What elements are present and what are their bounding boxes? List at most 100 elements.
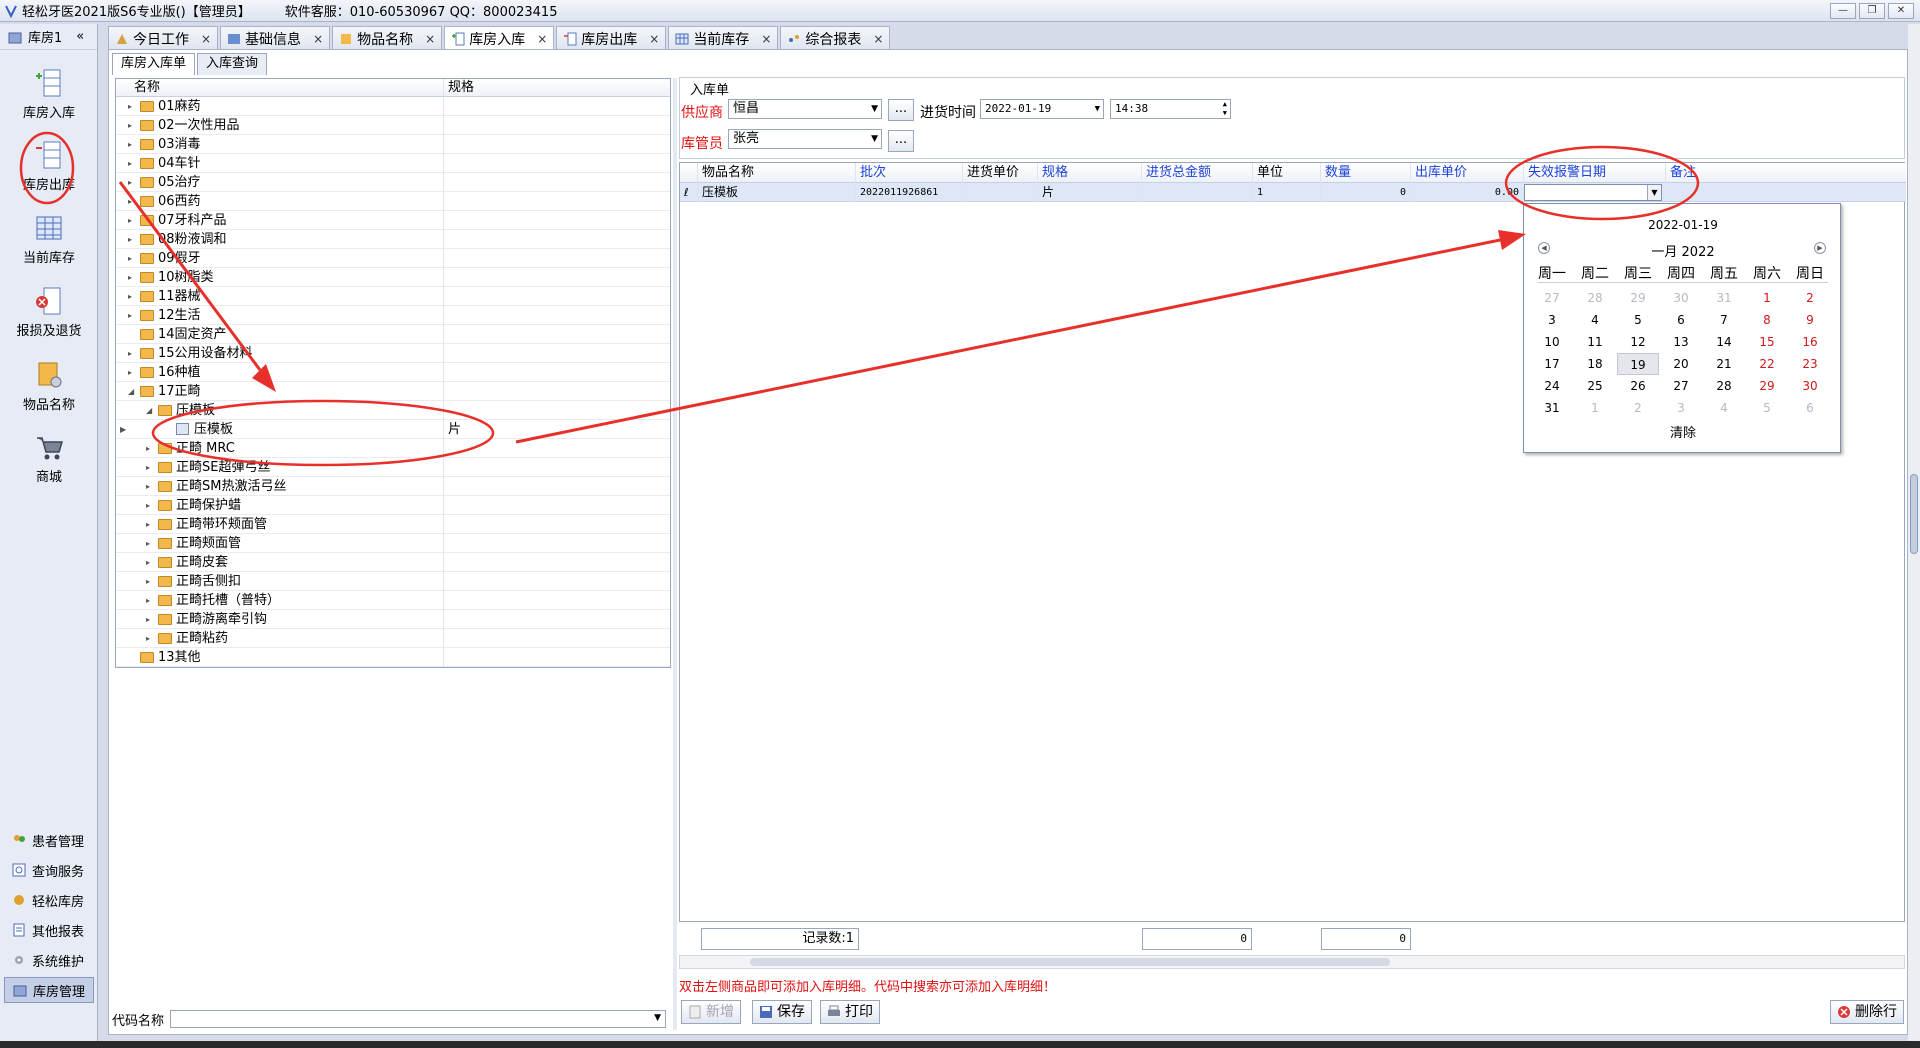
expand-icon[interactable]: ▸	[146, 610, 150, 629]
calendar-today-label[interactable]: 2022-01-19	[1524, 218, 1842, 232]
nav-warehouse-out[interactable]: 库房出库	[0, 140, 98, 193]
tree-row[interactable]: ▸ 正畸颊面管	[116, 534, 670, 553]
calendar-month-label[interactable]: 一月 2022	[1524, 241, 1842, 260]
expand-icon[interactable]: ▸	[128, 154, 132, 173]
cell-qty[interactable]: 0	[1321, 183, 1411, 202]
expand-icon[interactable]: ▸	[128, 192, 132, 211]
minimize-button[interactable]: —	[1830, 3, 1856, 19]
cell-note[interactable]	[1666, 183, 1766, 202]
tree-row[interactable]: ▶ 压模板 片	[116, 420, 670, 439]
tree-row[interactable]: ▸ 09假牙	[116, 249, 670, 268]
calendar-day[interactable]: 18	[1574, 353, 1616, 375]
close-icon[interactable]: ×	[313, 32, 323, 46]
expand-icon[interactable]: ▸	[128, 211, 132, 230]
nav-patients[interactable]: 患者管理	[4, 827, 94, 853]
calendar-day[interactable]: 26	[1617, 375, 1659, 397]
nav-mall[interactable]: 商城	[0, 432, 98, 485]
calendar-clear-button[interactable]: 清除	[1524, 422, 1842, 441]
expand-icon[interactable]: ▸	[128, 306, 132, 325]
table-row[interactable]: ℓ 压模板 2022011926861 片 1 0 0.00 ▼	[680, 183, 1906, 202]
chevron-down-icon[interactable]: ▼	[871, 130, 878, 148]
delete-row-button[interactable]: 删除行	[1830, 1000, 1904, 1024]
collapse-icon[interactable]: ◢	[128, 382, 134, 401]
expand-icon[interactable]: ▸	[146, 477, 150, 496]
right-scrollbar[interactable]	[1908, 24, 1920, 1044]
expand-icon[interactable]: ▸	[128, 135, 132, 154]
expand-icon[interactable]: ▸	[146, 458, 150, 477]
tab-current-stock[interactable]: 当前库存 ×	[668, 26, 779, 50]
tree-row[interactable]: ▸ 11器械	[116, 287, 670, 306]
calendar-day[interactable]: 4	[1574, 309, 1616, 331]
calendar-day[interactable]: 30	[1789, 375, 1831, 397]
chevron-down-icon[interactable]: ▼	[1647, 185, 1661, 200]
cell-total[interactable]	[1142, 183, 1253, 202]
expand-icon[interactable]: ▸	[146, 572, 150, 591]
subtab-warehouse-in-form[interactable]: 库房入库单	[112, 53, 196, 75]
calendar-day[interactable]: 21	[1703, 353, 1745, 375]
calendar-day[interactable]: 29	[1746, 375, 1788, 397]
calendar-day[interactable]: 14	[1703, 331, 1745, 353]
splitter[interactable]	[673, 78, 677, 1030]
nav-warehouse-mgmt[interactable]: 库房管理	[4, 977, 94, 1003]
cell-spec[interactable]: 片	[1038, 183, 1142, 202]
nav-current-stock[interactable]: 当前库存	[0, 213, 98, 266]
calendar-day[interactable]: 31	[1703, 287, 1745, 309]
calendar-day[interactable]: 7	[1703, 309, 1745, 331]
tab-warehouse-in[interactable]: 库房入库 ×	[444, 26, 555, 51]
calendar-day[interactable]: 28	[1574, 287, 1616, 309]
tree-row[interactable]: ▸ 正畸带环颊面管	[116, 515, 670, 534]
expand-icon[interactable]: ▸	[146, 629, 150, 648]
tree-row[interactable]: ▸ 10树脂类	[116, 268, 670, 287]
calendar-day[interactable]: 3	[1660, 397, 1702, 419]
close-window-button[interactable]: ✕	[1888, 3, 1914, 19]
tree-row[interactable]: ▸ 正畸SM热激活弓丝	[116, 477, 670, 496]
calendar-day[interactable]: 12	[1617, 331, 1659, 353]
expand-icon[interactable]: ▸	[146, 515, 150, 534]
tree-row[interactable]: ▸ 正畸粘药	[116, 629, 670, 648]
tree-row[interactable]: ▸ 12生活	[116, 306, 670, 325]
calendar-day[interactable]: 6	[1789, 397, 1831, 419]
supplier-more-button[interactable]: ...	[888, 99, 914, 121]
chevron-down-icon[interactable]: ▼	[654, 1013, 661, 1023]
tab-warehouse-out[interactable]: 库房出库 ×	[556, 26, 667, 50]
expiry-date-input[interactable]: ▼	[1524, 184, 1662, 201]
calendar-day[interactable]: 17	[1531, 353, 1573, 375]
tree-row[interactable]: ◢ 压模板	[116, 401, 670, 420]
calendar-day[interactable]: 13	[1660, 331, 1702, 353]
calendar-day[interactable]: 16	[1789, 331, 1831, 353]
tree-row[interactable]: ▸ 04车针	[116, 154, 670, 173]
close-icon[interactable]: ×	[761, 32, 771, 46]
calendar-day[interactable]: 4	[1703, 397, 1745, 419]
tree-row[interactable]: 13其他	[116, 648, 670, 667]
time-spinner[interactable]: 14:38 ▲ ▼	[1110, 99, 1231, 119]
nav-return[interactable]: 报损及退货	[0, 286, 98, 339]
calendar-day[interactable]: 2	[1617, 397, 1659, 419]
tab-item-names[interactable]: 物品名称 ×	[332, 26, 443, 50]
save-button[interactable]: 保存	[752, 1000, 812, 1024]
restore-button[interactable]: ❐	[1859, 3, 1885, 19]
print-button[interactable]: 打印	[820, 1000, 880, 1024]
expand-icon[interactable]: ▸	[146, 496, 150, 515]
close-icon[interactable]: ×	[649, 32, 659, 46]
expand-icon[interactable]: ▸	[146, 591, 150, 610]
next-month-icon[interactable]: ▶	[1814, 242, 1826, 254]
cell-price[interactable]	[963, 183, 1038, 202]
expand-icon[interactable]: ▸	[128, 116, 132, 135]
close-icon[interactable]: ×	[425, 32, 435, 46]
calendar-day[interactable]: 15	[1746, 331, 1788, 353]
calendar-day[interactable]: 23	[1789, 353, 1831, 375]
calendar-day[interactable]: 22	[1746, 353, 1788, 375]
expand-icon[interactable]: ▸	[146, 534, 150, 553]
close-icon[interactable]: ×	[873, 32, 883, 46]
horizontal-scrollbar[interactable]	[679, 955, 1905, 969]
calendar-day[interactable]: 8	[1746, 309, 1788, 331]
date-combo[interactable]: 2022-01-19 ▼	[980, 99, 1104, 119]
tab-today[interactable]: 今日工作 ×	[108, 26, 219, 50]
new-button[interactable]: 新增	[681, 1000, 741, 1024]
cell-unit[interactable]: 1	[1253, 183, 1321, 202]
cell-out-price[interactable]: 0.00	[1411, 183, 1524, 202]
calendar-day[interactable]: 5	[1617, 309, 1659, 331]
tab-basic-info[interactable]: 基础信息 ×	[220, 26, 331, 50]
calendar-day[interactable]: 25	[1574, 375, 1616, 397]
scroll-thumb[interactable]	[750, 958, 1390, 966]
